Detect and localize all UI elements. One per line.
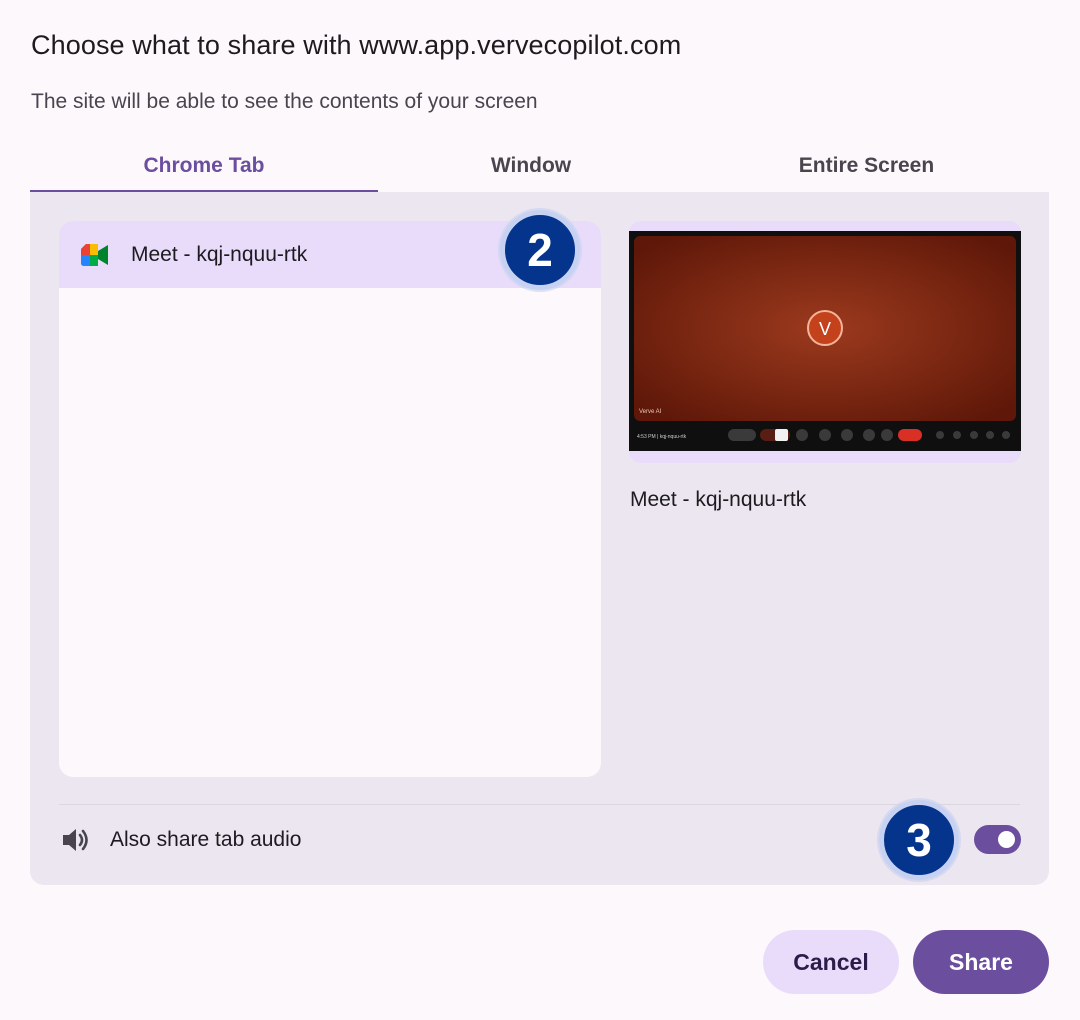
dialog-title: Choose what to share with www.app.vervec…	[31, 30, 682, 60]
preview-avatar-letter: V	[819, 319, 831, 339]
toggle-knob	[998, 831, 1015, 848]
step-badge-2: 2	[500, 210, 580, 290]
google-meet-icon	[81, 243, 109, 266]
list-item-label: Meet - kqj-nquu-rtk	[131, 242, 308, 266]
tab-entire-screen[interactable]: Entire Screen	[684, 140, 1049, 192]
audio-option: Also share tab audio	[60, 822, 301, 858]
tab-bar: Chrome Tab Window Entire Screen	[30, 140, 1049, 193]
preview-participant-name: Verve AI	[639, 409, 662, 415]
cancel-button[interactable]: Cancel	[763, 930, 899, 994]
speaker-icon	[60, 826, 92, 854]
tab-list: Meet - kqj-nquu-rtk	[59, 221, 601, 777]
dialog-subtitle: The site will be able to see the content…	[31, 90, 538, 113]
preview-thumbnail: V Verve AI 4:53 PM | kqj-nquu-rtk	[629, 231, 1021, 451]
share-audio-toggle[interactable]	[974, 825, 1021, 854]
tab-preview: V Verve AI 4:53 PM | kqj-nquu-rtk	[629, 221, 1021, 463]
preview-time-code: 4:53 PM | kqj-nquu-rtk	[637, 434, 687, 440]
step-badge-3: 3	[879, 800, 959, 880]
audio-label: Also share tab audio	[110, 828, 302, 851]
tab-window[interactable]: Window	[378, 140, 684, 192]
preview-caption: Meet - kqj-nquu-rtk	[630, 488, 807, 511]
share-button[interactable]: Share	[913, 930, 1049, 994]
share-panel: Meet - kqj-nquu-rtk V Verve AI 4:53 PM |…	[30, 192, 1049, 885]
tab-chrome-tab[interactable]: Chrome Tab	[30, 140, 378, 193]
divider	[59, 804, 1020, 805]
